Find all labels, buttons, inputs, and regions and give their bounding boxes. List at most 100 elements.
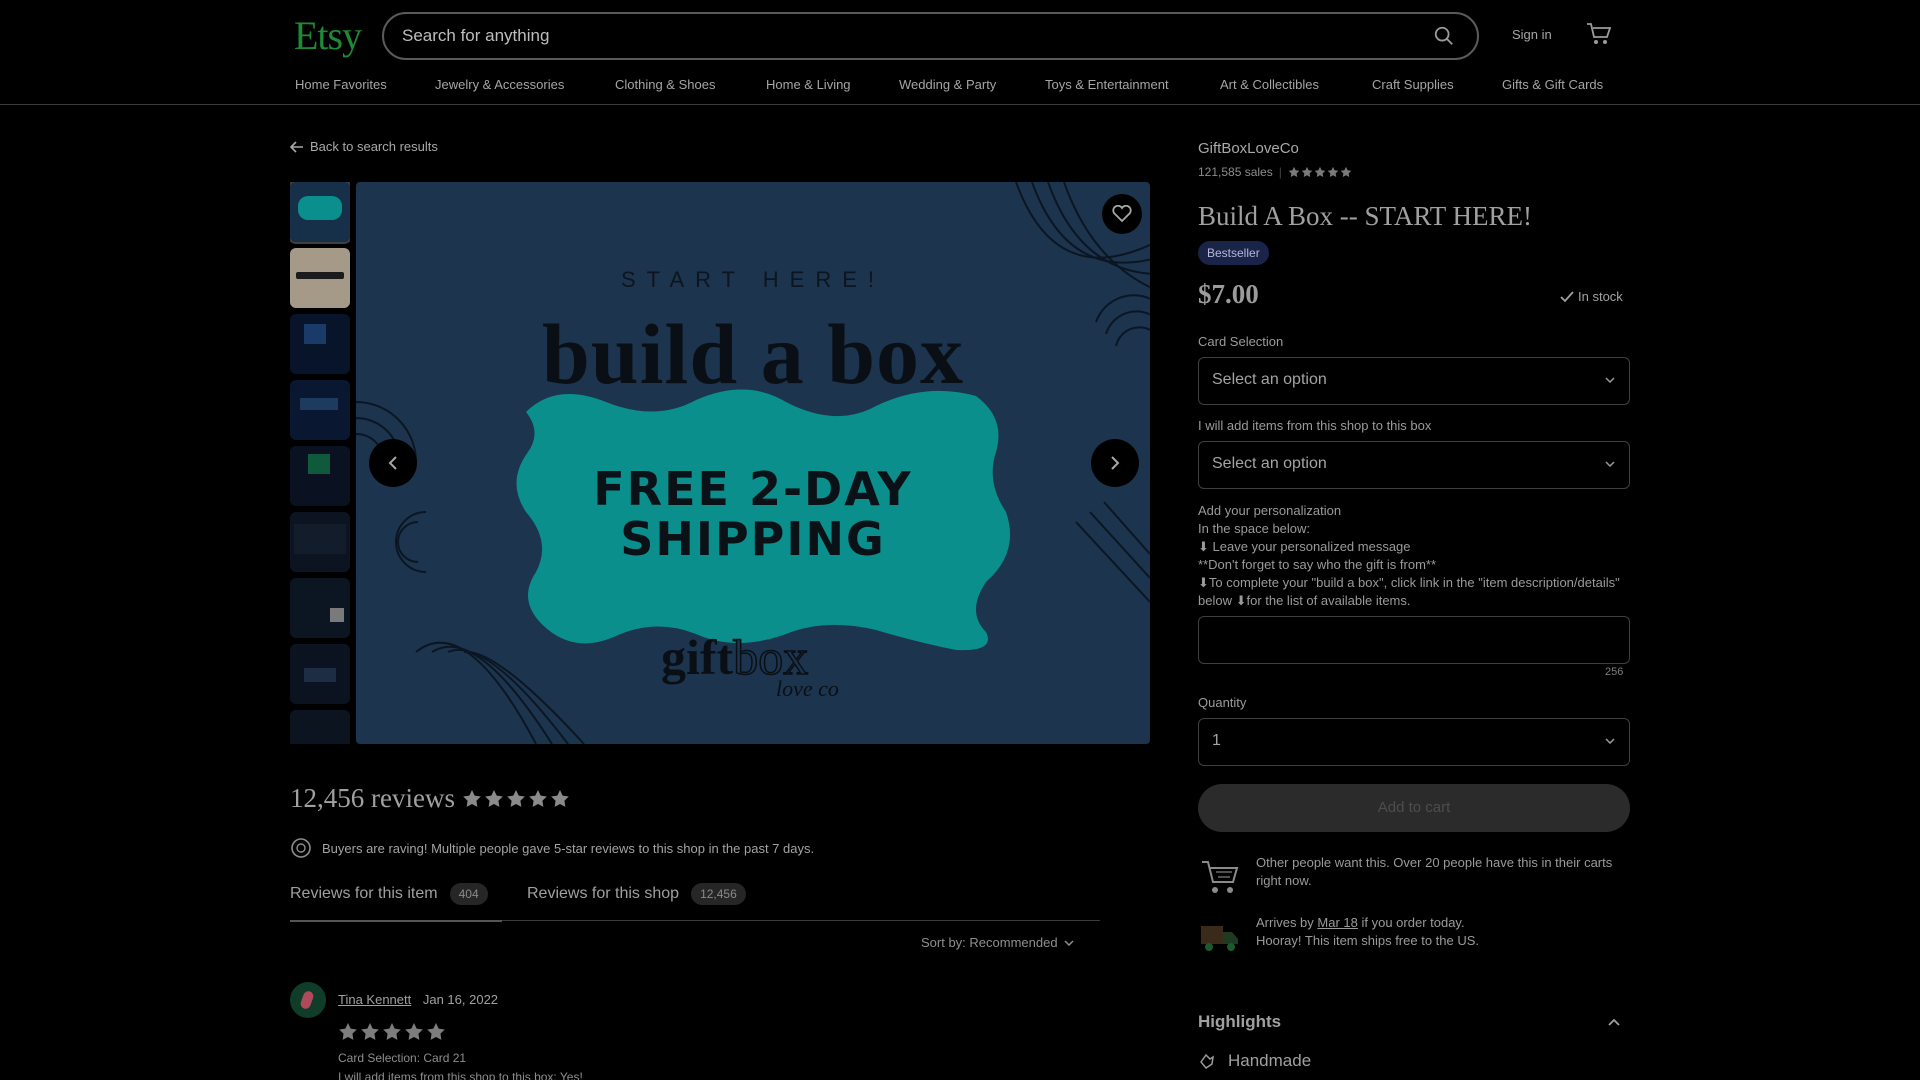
review-card-selection: Card Selection: Card 21 [338,1051,467,1065]
nav-clothing[interactable]: Clothing & Shoes [615,77,715,92]
pers-line-2: In the space below: [1198,521,1311,536]
handmade-highlight: Handmade [1198,1051,1311,1071]
category-nav: Home Favorites Jewelry & Accessories Clo… [0,74,1920,105]
thumbnail-7[interactable] [290,578,350,638]
thumbnail-5[interactable] [290,446,350,506]
highlights-section-toggle[interactable]: Highlights [1198,1012,1630,1032]
shipping-line-2: SHIPPING [620,512,886,566]
star-icon [1340,166,1352,178]
thumbnail-4[interactable] [290,380,350,440]
add-items-label: I will add items from this shop to this … [1198,418,1432,433]
demand-notice: Other people want this. Over 20 people h… [1198,854,1630,898]
thumbnail-2[interactable] [290,248,350,308]
etsy-logo[interactable]: Etsy [294,12,362,59]
stock-label: In stock [1578,289,1623,304]
nav-toys[interactable]: Toys & Entertainment [1045,77,1169,92]
nav-jewelry[interactable]: Jewelry & Accessories [435,77,564,92]
add-items-select[interactable]: Select an option [1198,441,1630,489]
shopping-cart-icon [1202,861,1239,893]
reviews-tabs: Reviews for this item 404 Reviews for th… [290,883,1100,922]
search-bar[interactable] [382,12,1479,60]
add-items-value: Select an option [1212,455,1327,472]
thumbnail-6[interactable] [290,512,350,572]
search-icon[interactable] [1433,25,1455,47]
buyers-raving-note: Buyers are raving! Multiple people gave … [290,837,814,859]
add-to-cart-button[interactable]: Add to cart [1198,784,1630,832]
arrives-date[interactable]: Mar 18 [1317,915,1357,930]
star-icon [485,790,503,807]
tab-reviews-shop-count: 12,456 [691,883,746,905]
card-selection-select[interactable]: Select an option [1198,357,1630,405]
reviewer-name-link[interactable]: Tina Kennett [338,992,411,1007]
nav-home-living[interactable]: Home & Living [766,77,851,92]
back-link-label: Back to search results [310,139,438,154]
star-icon [463,790,481,807]
thumbnail-3[interactable] [290,314,350,374]
sort-dropdown[interactable]: Sort by: Recommended [921,935,1074,950]
delivery-notice: Arrives by Mar 18 if you order today. Ho… [1198,914,1630,958]
pers-line-5: ⬇To complete your "build a box", click l… [1198,575,1620,608]
demand-text: Other people want this. Over 20 people h… [1256,855,1613,888]
personalization-textarea[interactable] [1198,616,1630,664]
star-icon [551,790,569,807]
pers-line-4: **Don't forget to say who the gift is fr… [1198,557,1437,572]
review-date: Jan 16, 2022 [422,992,499,1007]
active-tab-underline [290,920,502,922]
nav-wedding[interactable]: Wedding & Party [899,77,996,92]
tab-reviews-item-count: 404 [449,883,488,905]
nav-home-favorites[interactable]: Home Favorites [295,77,387,92]
personalization-instructions: Add your personalization In the space be… [1198,502,1630,610]
arrives-line: Arrives by Mar 18 if you order today. [1256,914,1479,932]
chevron-down-icon [1064,939,1074,946]
review-rating-stars [338,1022,446,1041]
image-shipping-text: FREE 2-DAY SHIPPING [356,464,1150,564]
reviewer-meta: Tina Kennett Jan 16, 2022 [338,992,498,1007]
sign-in-link[interactable]: Sign in [1512,27,1552,42]
free-shipping-text: Hooray! This item ships free to the US. [1256,933,1480,948]
reviews-rating-stars [462,789,570,808]
char-counter: 256 [1605,666,1624,678]
nav-craft[interactable]: Craft Supplies [1372,77,1454,92]
hand-icon [1200,1053,1214,1069]
stock-status: In stock [1560,289,1623,304]
card-selection-value: Select an option [1212,371,1327,388]
separator: | [1278,165,1282,179]
giftbox-subtext: love co [776,676,839,701]
chevron-down-icon [1605,738,1615,744]
thumbnail-8[interactable] [290,644,350,704]
shipping-line-1: FREE 2-DAY [593,462,913,516]
prev-image-button[interactable] [369,439,417,487]
arrives-suffix: if you order today. [1357,915,1465,930]
star-icon [1327,166,1339,178]
star-icon [1301,166,1313,178]
sales-count: 121,585 sales [1198,165,1273,179]
handmade-label: Handmade [1228,1051,1312,1070]
star-icon [361,1023,379,1040]
star-icon [1288,166,1300,178]
chevron-down-icon [1605,377,1615,383]
thumbnail-9[interactable] [290,710,350,744]
star-icon [1314,166,1326,178]
shop-name-link[interactable]: GiftBoxLoveCo [1198,140,1299,157]
bestseller-badge: Bestseller [1198,241,1269,265]
image-headline: build a box [541,306,965,402]
back-to-results-link[interactable]: Back to search results [290,139,438,154]
quantity-value: 1 [1212,732,1221,749]
reviewer-avatar[interactable] [290,982,326,1018]
quantity-select[interactable]: 1 [1198,718,1630,766]
tab-reviews-item-label: Reviews for this item [290,885,438,902]
favorite-button[interactable] [1102,194,1142,234]
heart-icon [1112,205,1132,223]
main-product-image[interactable]: START HERE! build a box FREE 2-DAY SHIPP… [356,182,1150,744]
star-icon [383,1023,401,1040]
tab-reviews-item[interactable]: Reviews for this item 404 [290,883,488,905]
listing-title: Build A Box -- START HERE! [1198,201,1532,231]
nav-art[interactable]: Art & Collectibles [1220,77,1319,92]
cart-icon[interactable] [1586,22,1612,46]
next-image-button[interactable] [1091,439,1139,487]
thumbnail-1[interactable] [290,182,350,244]
search-input[interactable] [402,14,1382,58]
nav-gifts[interactable]: Gifts & Gift Cards [1502,77,1603,92]
tab-reviews-shop[interactable]: Reviews for this shop 12,456 [527,883,746,905]
thumbnail-strip [290,182,350,744]
